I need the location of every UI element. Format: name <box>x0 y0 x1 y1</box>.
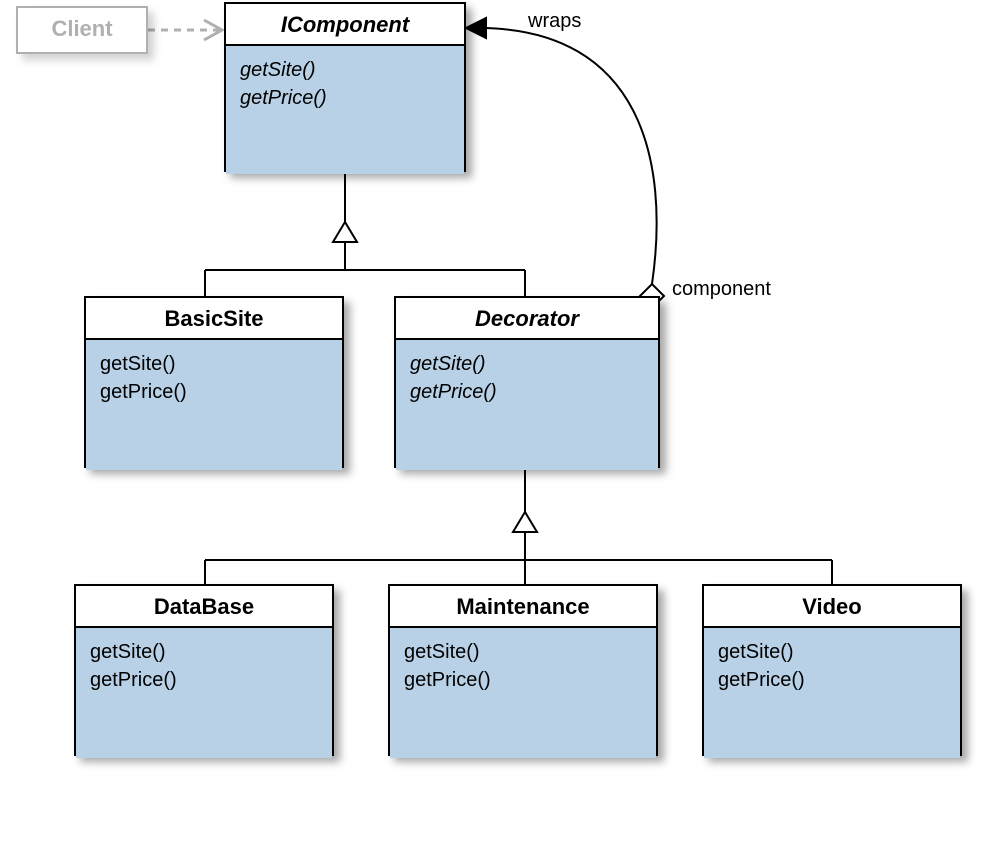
dependency-client-to-icomponent <box>148 20 222 40</box>
class-title: BasicSite <box>86 298 342 340</box>
label-component: component <box>672 278 771 301</box>
uml-diagram: { "client": { "title": "Client" }, "icom… <box>0 0 1000 843</box>
method: getSite() <box>718 638 946 666</box>
class-body: getSite() getPrice() <box>704 628 960 758</box>
method: getSite() <box>240 56 450 84</box>
method: getSite() <box>90 638 318 666</box>
method: getSite() <box>404 638 642 666</box>
method: getPrice() <box>90 666 318 694</box>
class-database: DataBase getSite() getPrice() <box>74 584 334 756</box>
class-body: getSite() getPrice() <box>86 340 342 470</box>
aggregation-decorator-icomponent <box>466 18 664 308</box>
method: getSite() <box>410 350 644 378</box>
method: getPrice() <box>718 666 946 694</box>
class-title: Client <box>18 8 146 48</box>
method: getSite() <box>100 350 328 378</box>
class-body: getSite() getPrice() <box>396 340 658 470</box>
method: getPrice() <box>404 666 642 694</box>
class-icomponent: IComponent getSite() getPrice() <box>224 2 466 172</box>
class-video: Video getSite() getPrice() <box>702 584 962 756</box>
class-title: IComponent <box>226 4 464 46</box>
class-title: DataBase <box>76 586 332 628</box>
class-body: getSite() getPrice() <box>226 46 464 174</box>
class-maintenance: Maintenance getSite() getPrice() <box>388 584 658 756</box>
class-title: Maintenance <box>390 586 656 628</box>
method: getPrice() <box>410 378 644 406</box>
class-decorator: Decorator getSite() getPrice() <box>394 296 660 468</box>
class-title: Video <box>704 586 960 628</box>
method: getPrice() <box>240 84 450 112</box>
method: getPrice() <box>100 378 328 406</box>
class-body: getSite() getPrice() <box>76 628 332 758</box>
generalization-decorator <box>205 468 832 584</box>
class-title: Decorator <box>396 298 658 340</box>
class-body: getSite() getPrice() <box>390 628 656 758</box>
label-wraps: wraps <box>528 10 581 33</box>
class-basicsite: BasicSite getSite() getPrice() <box>84 296 344 468</box>
class-client: Client <box>16 6 148 54</box>
generalization-icomponent <box>205 172 525 296</box>
